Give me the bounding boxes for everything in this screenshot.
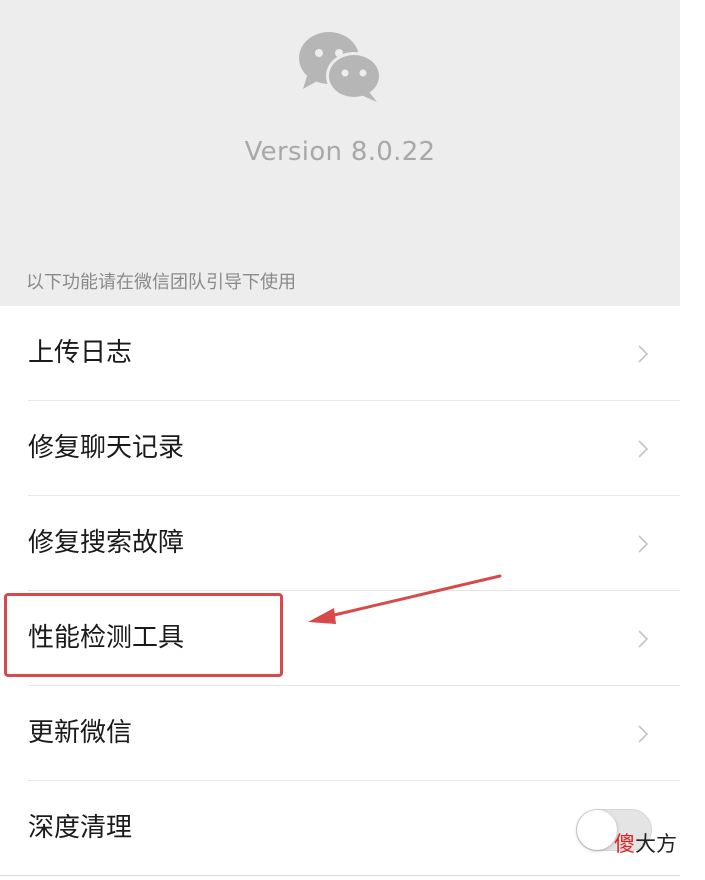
menu-item-label: 上传日志 [28, 338, 133, 368]
menu-item-deep-clean: 深度清理 [0, 781, 680, 876]
about-header: Version 8.0.22 以下功能请在微信团队引导下使用 [0, 0, 680, 306]
toggle-knob [577, 810, 617, 850]
menu-item-label: 修复搜索故障 [28, 528, 185, 558]
annotation-arrow-icon [308, 574, 502, 624]
menu-item-label: 更新微信 [28, 718, 133, 748]
wechat-logo-icon [299, 32, 382, 102]
chevron-right-icon [638, 725, 648, 743]
menu-item-label: 修复聊天记录 [28, 433, 185, 463]
watermark-first-char: 傻 [614, 832, 635, 856]
version-text: Version 8.0.22 [244, 137, 436, 167]
chevron-right-icon [638, 345, 648, 363]
watermark-rest: 大方 [635, 832, 677, 856]
menu-item-label: 深度清理 [28, 813, 133, 843]
menu-item-upload-log[interactable]: 上传日志 [0, 306, 680, 401]
section-hint: 以下功能请在微信团队引导下使用 [26, 272, 296, 293]
chevron-right-icon [638, 440, 648, 458]
chevron-right-icon [638, 535, 648, 553]
menu-item-repair-chat-history[interactable]: 修复聊天记录 [0, 401, 680, 496]
divider [0, 875, 680, 876]
chevron-right-icon [638, 630, 648, 648]
highlight-box [4, 593, 283, 677]
menu-item-update-wechat[interactable]: 更新微信 [0, 686, 680, 781]
watermark: 傻大方 [614, 828, 677, 858]
